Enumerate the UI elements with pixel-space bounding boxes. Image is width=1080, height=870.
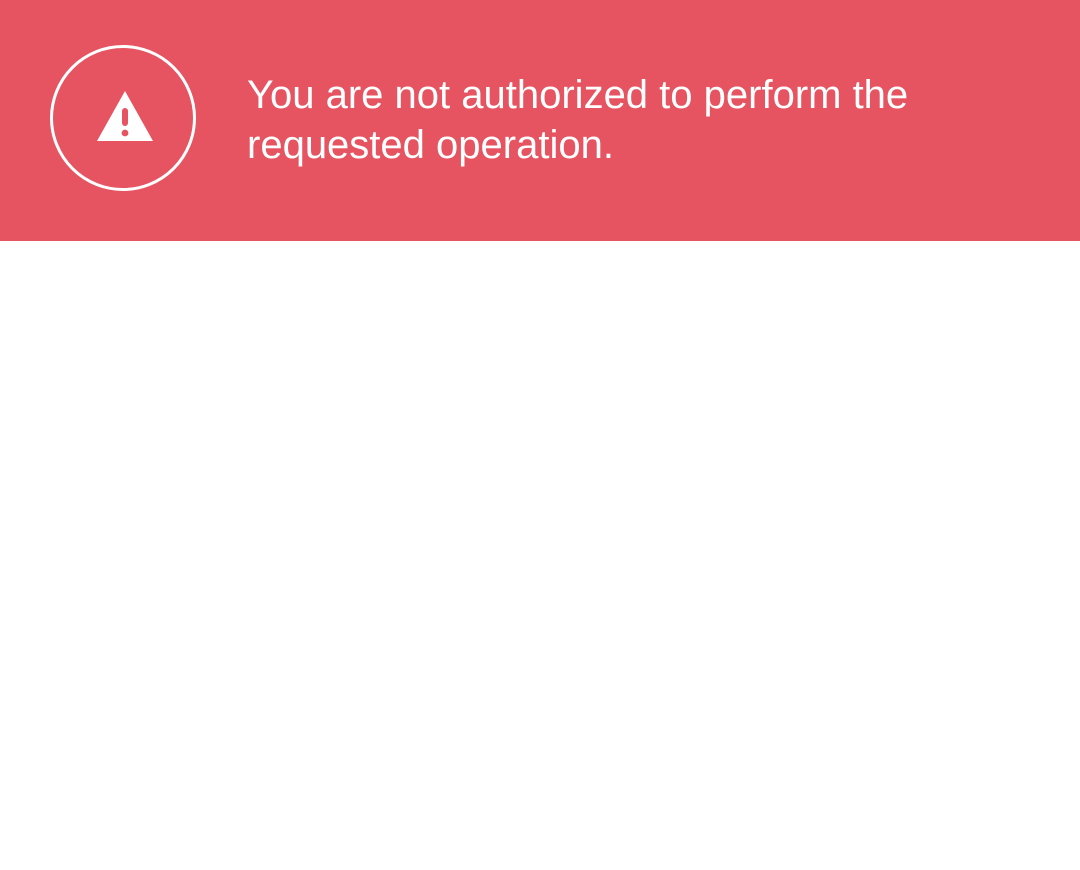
warning-triangle-icon [97,91,153,141]
warning-icon-circle [50,45,196,191]
page-body [0,241,1080,870]
error-message: You are not authorized to perform the re… [247,73,909,167]
error-banner: You are not authorized to perform the re… [0,0,1080,241]
